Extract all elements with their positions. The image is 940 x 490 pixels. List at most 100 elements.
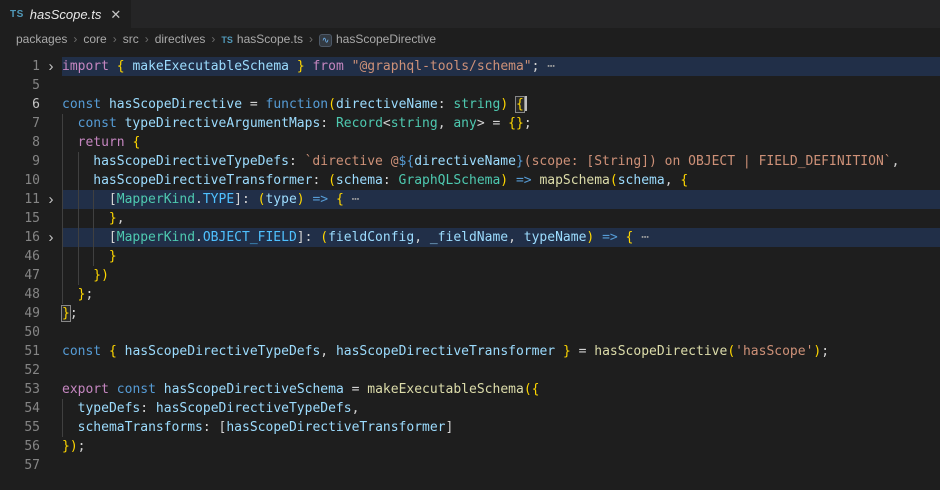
- breadcrumb-item-symbol[interactable]: ∿hasScopeDirective: [319, 32, 436, 46]
- indent-guide: [93, 209, 109, 228]
- code-line-content[interactable]: hasScopeDirectiveTransformer: (schema: G…: [62, 171, 940, 190]
- code-token: (scope: [String]) on OBJECT | FIELD_DEFI…: [524, 154, 892, 169]
- indent-guide: [62, 285, 78, 304]
- code-line-content[interactable]: },: [62, 209, 940, 228]
- breadcrumb-item-file[interactable]: TShasScope.ts: [221, 32, 303, 46]
- code-line-content[interactable]: import { makeExecutableSchema } from "@g…: [62, 57, 940, 76]
- fold-gutter-spacer: [40, 171, 62, 190]
- gutter: 47: [0, 266, 62, 285]
- indent-guide: [62, 190, 78, 209]
- breadcrumb-separator-icon: ›: [73, 32, 77, 46]
- code-line-content[interactable]: });: [62, 437, 940, 456]
- code-token: > =: [477, 116, 508, 131]
- code-token: ,: [438, 116, 454, 131]
- indent-guide: [62, 114, 78, 133]
- code-line-content[interactable]: [62, 76, 940, 95]
- code-line-content[interactable]: [62, 456, 940, 475]
- line-number: 5: [0, 76, 40, 95]
- fold-gutter-spacer: [40, 247, 62, 266]
- code-token: schema: [336, 173, 383, 188]
- code-token: makeExecutableSchema: [132, 59, 289, 74]
- code-line: 15},: [0, 209, 940, 228]
- code-token: }: [516, 154, 524, 169]
- breadcrumb-item-src[interactable]: src: [123, 32, 139, 46]
- code-token: ,: [117, 211, 125, 226]
- code-line-content[interactable]: };: [62, 285, 940, 304]
- code-line-content[interactable]: [MapperKind.OBJECT_FIELD]: (fieldConfig,…: [62, 228, 940, 247]
- code-token: hasScopeDirectiveTypeDefs: [125, 344, 321, 359]
- code-line: 56});: [0, 437, 940, 456]
- code-token: hasScopeDirective: [594, 344, 727, 359]
- code-line-content[interactable]: typeDefs: hasScopeDirectiveTypeDefs,: [62, 399, 940, 418]
- indent-guide: [78, 190, 94, 209]
- code-token: any: [453, 116, 476, 131]
- code-token: [101, 97, 109, 112]
- breadcrumb-item-core[interactable]: core: [83, 32, 106, 46]
- tab-hasscope[interactable]: TS hasScope.ts ✕: [0, 0, 132, 28]
- code-token: }: [62, 306, 70, 321]
- fold-chevron-icon[interactable]: ›: [40, 228, 62, 247]
- code-token: const: [62, 344, 101, 359]
- line-number: 51: [0, 342, 40, 361]
- code-line-content[interactable]: const hasScopeDirective = function(direc…: [62, 95, 940, 114]
- gutter: 49: [0, 304, 62, 323]
- code-token: (: [727, 344, 735, 359]
- code-token: :: [140, 401, 156, 416]
- code-token: string: [391, 116, 438, 131]
- code-token: .: [195, 192, 203, 207]
- code-token: [555, 344, 563, 359]
- code-token: hasScopeDirective: [109, 97, 242, 112]
- line-number: 56: [0, 437, 40, 456]
- breadcrumb-item-packages[interactable]: packages: [16, 32, 67, 46]
- fold-ellipsis: ⋯: [352, 192, 360, 207]
- code-line-content[interactable]: schemaTransforms: [hasScopeDirectiveTran…: [62, 418, 940, 437]
- code-line-content[interactable]: const typeDirectiveArgumentMaps: Record<…: [62, 114, 940, 133]
- code-line-content[interactable]: hasScopeDirectiveTypeDefs: `directive @$…: [62, 152, 940, 171]
- code-token: const: [62, 97, 101, 112]
- code-token: : [: [203, 420, 226, 435]
- fold-gutter-spacer: [40, 114, 62, 133]
- code-line: 11›[MapperKind.TYPE]: (type) => { ⋯: [0, 190, 940, 209]
- code-line-content[interactable]: }: [62, 247, 940, 266]
- code-line-content[interactable]: [MapperKind.TYPE]: (type) => { ⋯: [62, 190, 940, 209]
- fold-chevron-icon[interactable]: ›: [40, 57, 62, 76]
- code-token: }: [109, 249, 117, 264]
- code-token: (: [610, 173, 618, 188]
- code-token: }: [109, 211, 117, 226]
- breadcrumb-item-directives[interactable]: directives: [155, 32, 206, 46]
- code-token: "@graphql-tools/schema": [352, 59, 532, 74]
- symbol-variable-icon: ∿: [319, 34, 332, 47]
- fold-chevron-icon[interactable]: ›: [40, 190, 62, 209]
- code-line-content[interactable]: }): [62, 266, 940, 285]
- fold-gutter-spacer: [40, 361, 62, 380]
- code-token: [344, 192, 352, 207]
- code-line-content[interactable]: };: [62, 304, 940, 323]
- fold-gutter-spacer: [40, 456, 62, 475]
- indent-guide: [62, 152, 78, 171]
- code-token: [117, 344, 125, 359]
- code-line-content[interactable]: return {: [62, 133, 940, 152]
- code-token: <: [383, 116, 391, 131]
- code-line-content[interactable]: [62, 361, 940, 380]
- code-token: {: [109, 344, 117, 359]
- code-token: ]: [446, 420, 454, 435]
- code-line-content[interactable]: [62, 323, 940, 342]
- gutter: 6: [0, 95, 62, 114]
- code-token: _fieldName: [430, 230, 508, 245]
- code-token: [101, 344, 109, 359]
- code-token: ): [500, 97, 508, 112]
- code-token: schema: [618, 173, 665, 188]
- indent-guide: [62, 171, 78, 190]
- code-token: ]:: [297, 230, 320, 245]
- code-token: GraphQLSchema: [399, 173, 501, 188]
- line-number: 10: [0, 171, 40, 190]
- line-number: 1: [0, 57, 40, 76]
- close-icon[interactable]: ✕: [110, 8, 121, 21]
- code-token: ,: [665, 173, 681, 188]
- code-line-content[interactable]: export const hasScopeDirectiveSchema = m…: [62, 380, 940, 399]
- code-line-content[interactable]: const { hasScopeDirectiveTypeDefs, hasSc…: [62, 342, 940, 361]
- fold-gutter-spacer: [40, 399, 62, 418]
- gutter: 7: [0, 114, 62, 133]
- code-token: =: [344, 382, 367, 397]
- code-token: MapperKind: [117, 230, 195, 245]
